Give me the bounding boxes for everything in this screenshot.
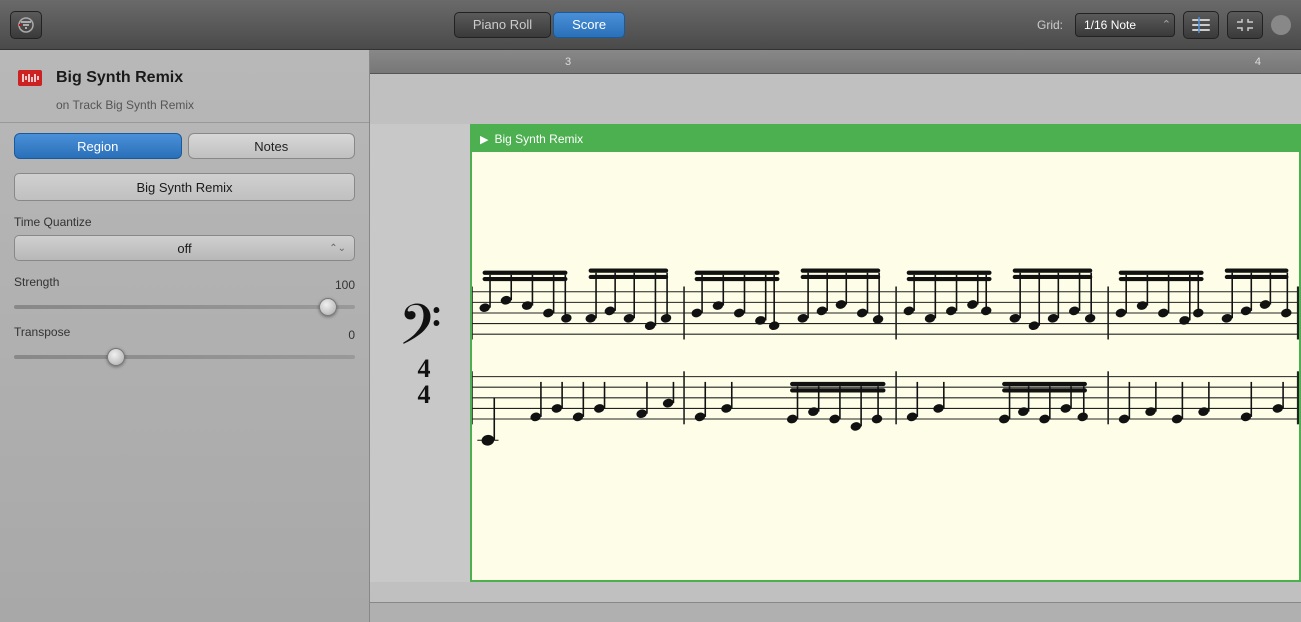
- score-tab[interactable]: Score: [553, 12, 625, 38]
- panel-tab-row: Region Notes: [0, 123, 369, 169]
- strength-row: Strength 100: [14, 275, 355, 295]
- grid-select[interactable]: 1/16 Note 1/8 Note 1/4 Note 1/2 Note 1 N…: [1075, 13, 1175, 37]
- region-header-bar: ▶ Big Synth Remix: [472, 126, 1299, 152]
- score-ruler: 3 4: [370, 50, 1301, 74]
- transpose-label: Transpose: [14, 325, 70, 339]
- circle-icon-btn[interactable]: [1271, 15, 1291, 35]
- region-header: Big Synth Remix on Track Big Synth Remix: [0, 50, 369, 123]
- region-tab[interactable]: Region: [14, 133, 182, 159]
- score-svg-container: ▶ Big Synth Remix: [470, 124, 1301, 582]
- time-sig-bottom: 4: [418, 382, 431, 408]
- time-sig: 4 4: [418, 356, 431, 408]
- transpose-slider-track[interactable]: [14, 355, 355, 359]
- transpose-container: Transpose 0: [14, 325, 355, 359]
- score-area: 3 4 ▶ Big Synth Remix: [370, 50, 1301, 622]
- piano-roll-tab[interactable]: Piano Roll: [454, 12, 551, 38]
- region-play-icon: ▶: [480, 133, 488, 146]
- toolbar-right: Grid: 1/16 Note 1/8 Note 1/4 Note 1/2 No…: [1037, 11, 1291, 39]
- time-sig-top: 4: [418, 356, 431, 382]
- align-icon-btn[interactable]: [1183, 11, 1219, 39]
- score-notation: [472, 152, 1299, 580]
- clef-overlay: 𝄢 4 4: [370, 124, 470, 582]
- expand-icon-btn[interactable]: [1227, 11, 1263, 39]
- top-toolbar: Piano Roll Score Grid: 1/16 Note 1/8 Not…: [0, 0, 1301, 50]
- strength-slider-thumb[interactable]: [319, 298, 337, 316]
- notes-tab[interactable]: Notes: [188, 133, 356, 159]
- strength-container: Strength 100: [14, 275, 355, 309]
- region-title-row: Big Synth Remix: [14, 62, 355, 94]
- app-container: Piano Roll Score Grid: 1/16 Note 1/8 Not…: [0, 0, 1301, 622]
- ruler-number-3: 3: [565, 56, 571, 68]
- score-content: ▶ Big Synth Remix: [370, 74, 1301, 602]
- region-name: Big Synth Remix: [56, 69, 183, 87]
- transpose-slider-thumb[interactable]: [107, 348, 125, 366]
- ruler-number-4: 4: [1255, 56, 1261, 68]
- region-track: on Track Big Synth Remix: [56, 98, 355, 112]
- property-section: Time Quantize off Strength 100: [0, 215, 369, 389]
- time-quantize-select-row: off: [14, 235, 355, 261]
- region-name-field[interactable]: Big Synth Remix: [14, 173, 355, 201]
- time-quantize-select[interactable]: off: [14, 235, 355, 261]
- region-icon: [14, 62, 46, 94]
- strength-value: 100: [335, 278, 355, 292]
- left-panel: Big Synth Remix on Track Big Synth Remix…: [0, 50, 370, 622]
- region-bar-label: Big Synth Remix: [494, 132, 583, 146]
- transpose-value: 0: [348, 328, 355, 342]
- strength-label: Strength: [14, 275, 59, 289]
- grid-select-wrap: 1/16 Note 1/8 Note 1/4 Note 1/2 Note 1 N…: [1075, 13, 1175, 37]
- grid-label: Grid:: [1037, 18, 1063, 32]
- notation-svg: [472, 152, 1299, 580]
- filter-icon-btn[interactable]: [10, 11, 42, 39]
- time-quantize-label: Time Quantize: [14, 215, 355, 229]
- strength-slider-track[interactable]: [14, 305, 355, 309]
- toolbar-center: Piano Roll Score: [42, 12, 1037, 38]
- transpose-row: Transpose 0: [14, 325, 355, 345]
- bottom-bar: [370, 602, 1301, 622]
- toolbar-left: [10, 11, 42, 39]
- main-content: Big Synth Remix on Track Big Synth Remix…: [0, 50, 1301, 622]
